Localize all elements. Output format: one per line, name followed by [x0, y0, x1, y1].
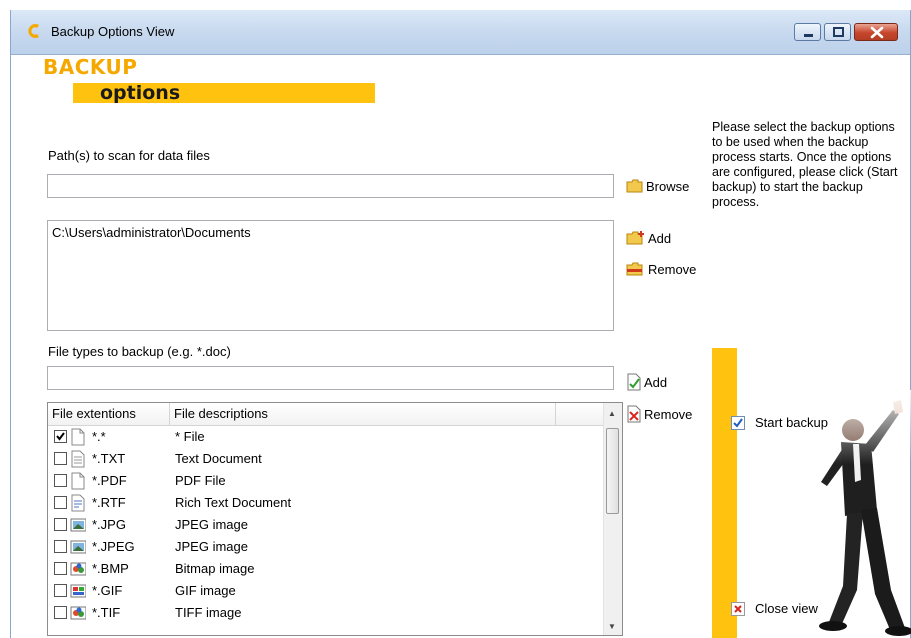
- text-file-icon: [71, 450, 85, 468]
- close-icon: [870, 26, 884, 39]
- file-extension: *.TIF: [92, 605, 121, 620]
- add-path-button[interactable]: Add: [626, 228, 671, 248]
- paint-file-icon: [70, 562, 86, 576]
- filetypes-label: File types to backup (e.g. *.doc): [48, 344, 231, 359]
- table-rows: *.* * File *.TXT Text Document *.PDF PDF File…: [48, 426, 605, 624]
- path-input[interactable]: [47, 174, 614, 198]
- table-row[interactable]: *.RTF Rich Text Document: [48, 492, 605, 514]
- backup-options-logo: BACKUP options: [43, 55, 383, 110]
- remove-filetype-label: Remove: [644, 406, 693, 422]
- add-filetype-button[interactable]: Add: [626, 372, 667, 392]
- minimize-button[interactable]: [794, 23, 821, 41]
- start-backup-button[interactable]: Start backup: [731, 415, 828, 430]
- file-description: PDF File: [175, 473, 226, 488]
- row-checkbox[interactable]: [54, 452, 67, 465]
- row-checkbox[interactable]: [54, 474, 67, 487]
- paths-label: Path(s) to scan for data files: [48, 148, 210, 163]
- file-description: * File: [175, 429, 205, 444]
- scroll-down-arrow-icon[interactable]: ▼: [608, 622, 616, 631]
- file-description: JPEG image: [175, 539, 248, 554]
- file-extension: *.JPG: [92, 517, 126, 532]
- close-view-button[interactable]: Close view: [731, 601, 818, 616]
- browse-label: Browse: [646, 178, 690, 194]
- column-header-descriptions[interactable]: File descriptions: [170, 403, 556, 425]
- close-view-x-icon: [731, 601, 745, 616]
- close-view-label: Close view: [755, 601, 818, 616]
- file-extension: *.BMP: [92, 561, 129, 576]
- remove-path-button[interactable]: Remove: [626, 259, 696, 279]
- row-checkbox[interactable]: [54, 518, 67, 531]
- title-bar: Backup Options View: [11, 10, 910, 55]
- maximize-button[interactable]: [824, 23, 851, 41]
- table-header: File extentions File descriptions: [48, 403, 605, 426]
- app-logo-icon: [28, 24, 39, 38]
- vertical-scrollbar[interactable]: ▲ ▼: [603, 403, 622, 635]
- blank-file-icon: [71, 472, 85, 490]
- image-file-icon: [70, 540, 86, 554]
- remove-filetype-button[interactable]: Remove: [626, 404, 692, 424]
- close-window-button[interactable]: [854, 23, 898, 41]
- file-extension: *.*: [92, 429, 106, 444]
- table-row[interactable]: *.* * File: [48, 426, 605, 448]
- window-title: Backup Options View: [51, 24, 175, 39]
- file-extension: *.RTF: [92, 495, 126, 510]
- file-extension: *.PDF: [92, 473, 127, 488]
- table-row[interactable]: *.BMP Bitmap image: [48, 558, 605, 580]
- gif-file-icon: [70, 584, 86, 598]
- row-checkbox[interactable]: [54, 584, 67, 597]
- instructions-text: Please select the backup options to be u…: [712, 120, 898, 209]
- file-description: GIF image: [175, 583, 236, 598]
- column-header-extensions[interactable]: File extentions: [48, 403, 170, 425]
- browse-button[interactable]: Browse: [626, 176, 689, 196]
- remove-folder-icon: [626, 262, 643, 276]
- table-row[interactable]: *.TIF TIFF image: [48, 602, 605, 624]
- paths-list[interactable]: C:\Users\administrator\Documents: [47, 220, 614, 331]
- start-backup-label: Start backup: [755, 415, 828, 430]
- table-row[interactable]: *.TXT Text Document: [48, 448, 605, 470]
- row-checkbox[interactable]: [54, 496, 67, 509]
- add-folder-icon: [626, 231, 644, 245]
- add-path-label: Add: [648, 230, 672, 246]
- file-description: Bitmap image: [175, 561, 255, 576]
- paint-file-icon: [70, 606, 86, 620]
- row-checkbox[interactable]: [54, 562, 67, 575]
- remove-path-label: Remove: [648, 261, 697, 277]
- row-checkbox[interactable]: [54, 606, 67, 619]
- filetype-input[interactable]: [47, 366, 614, 390]
- file-description: TIFF image: [175, 605, 242, 620]
- table-row[interactable]: *.JPEG JPEG image: [48, 536, 605, 558]
- file-description: Text Document: [175, 451, 262, 466]
- row-checkbox[interactable]: [54, 430, 67, 443]
- logo-line-2: options: [100, 82, 181, 104]
- table-row[interactable]: *.JPG JPEG image: [48, 514, 605, 536]
- rtf-file-icon: [71, 494, 85, 512]
- start-backup-checkmark-icon: [731, 415, 745, 430]
- scrollbar-thumb[interactable]: [606, 428, 619, 514]
- add-filetype-label: Add: [644, 374, 668, 390]
- folder-icon: [626, 179, 643, 193]
- scroll-up-arrow-icon[interactable]: ▲: [608, 409, 616, 418]
- file-extension: *.GIF: [92, 583, 123, 598]
- file-description: Rich Text Document: [175, 495, 292, 510]
- table-row[interactable]: *.GIF GIF image: [48, 580, 605, 602]
- maximize-icon: [833, 27, 844, 37]
- image-file-icon: [70, 518, 86, 532]
- blank-file-icon: [71, 428, 85, 446]
- file-extension: *.JPEG: [92, 539, 135, 554]
- accent-strip: [712, 348, 737, 638]
- file-extension: *.TXT: [92, 451, 126, 466]
- table-row[interactable]: *.PDF PDF File: [48, 470, 605, 492]
- backup-options-window: Backup Options View BACKUP options Path(…: [10, 10, 911, 638]
- path-list-item[interactable]: C:\Users\administrator\Documents: [52, 225, 609, 240]
- add-file-icon: [627, 373, 641, 391]
- filetypes-table[interactable]: File extentions File descriptions *.* * F…: [47, 402, 623, 636]
- row-checkbox[interactable]: [54, 540, 67, 553]
- logo-line-1: BACKUP: [43, 55, 138, 79]
- remove-file-icon: [627, 405, 641, 423]
- file-description: JPEG image: [175, 517, 248, 532]
- minimize-icon: [804, 34, 813, 37]
